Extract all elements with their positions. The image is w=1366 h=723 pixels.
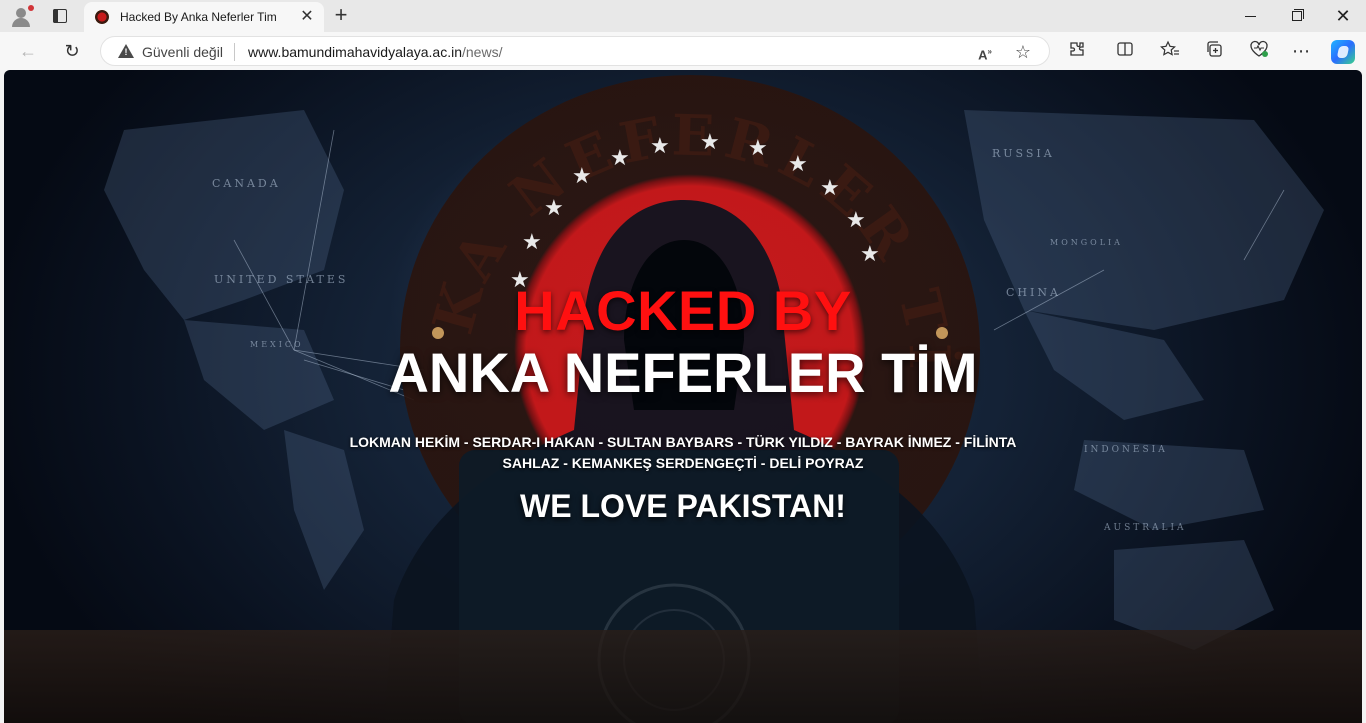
message-heading: WE LOVE PAKISTAN!	[520, 488, 846, 524]
more-icon[interactable]: ⋯	[1290, 40, 1312, 62]
page-viewport: CANADA UNITED STATES RUSSIA CHINA MEXICO…	[4, 70, 1362, 723]
members-line-2: SAHLAZ - KEMANKEŞ SERDENGEÇTİ - DELİ POY…	[502, 455, 864, 471]
url-host: www.bamundimahavidyalaya.ac.in	[248, 44, 462, 60]
team-name-heading: ANKA NEFERLER TİM	[388, 341, 978, 404]
toolbar: ← ↻ ! Güvenli değil www.bamundimahavidya…	[0, 32, 1366, 70]
browser-tab[interactable]: Hacked By Anka Neferler Tim ✕	[84, 2, 324, 32]
window-close-icon[interactable]: ✕	[1330, 4, 1356, 28]
tab-title: Hacked By Anka Neferler Tim	[120, 10, 277, 24]
back-icon[interactable]: ←	[14, 38, 42, 64]
divider	[234, 43, 235, 61]
title-bar: Hacked By Anka Neferler Tim ✕ + ✕	[0, 0, 1366, 32]
members-list: LOKMAN HEKİM - SERDAR-I HAKAN - SULTAN B…	[334, 432, 1032, 474]
security-label[interactable]: Güvenli değil	[142, 44, 223, 60]
favorite-star-icon[interactable]: ☆	[1013, 42, 1033, 62]
reload-icon[interactable]: ↻	[58, 38, 86, 64]
members-line-1: LOKMAN HEKİM - SERDAR-I HAKAN - SULTAN B…	[349, 434, 1017, 450]
favicon	[95, 10, 109, 24]
address-bar[interactable]: ! Güvenli değil www.bamundimahavidyalaya…	[100, 36, 1050, 66]
minimize-icon[interactable]	[1238, 4, 1264, 28]
url-path: /news/	[462, 44, 503, 60]
split-screen-icon[interactable]	[1114, 40, 1136, 62]
copilot-icon[interactable]	[1331, 40, 1355, 64]
collections-icon[interactable]	[1203, 40, 1225, 62]
url-text[interactable]: www.bamundimahavidyalaya.ac.in/news/	[248, 44, 502, 60]
tab-actions-icon[interactable]	[50, 6, 70, 26]
favorites-icon[interactable]	[1159, 40, 1181, 62]
maximize-icon[interactable]	[1284, 4, 1310, 28]
deface-message: HACKED BY ANKA NEFERLER TİM LOKMAN HEKİM…	[4, 70, 1362, 723]
close-icon[interactable]: ✕	[298, 8, 316, 26]
read-aloud-icon[interactable]: A»	[975, 42, 995, 62]
profile-icon[interactable]	[9, 5, 34, 27]
new-tab-icon[interactable]: +	[330, 4, 352, 27]
browser-essentials-icon[interactable]	[1248, 40, 1270, 62]
hacked-by-heading: HACKED BY	[514, 279, 852, 342]
extensions-icon[interactable]	[1066, 40, 1088, 62]
